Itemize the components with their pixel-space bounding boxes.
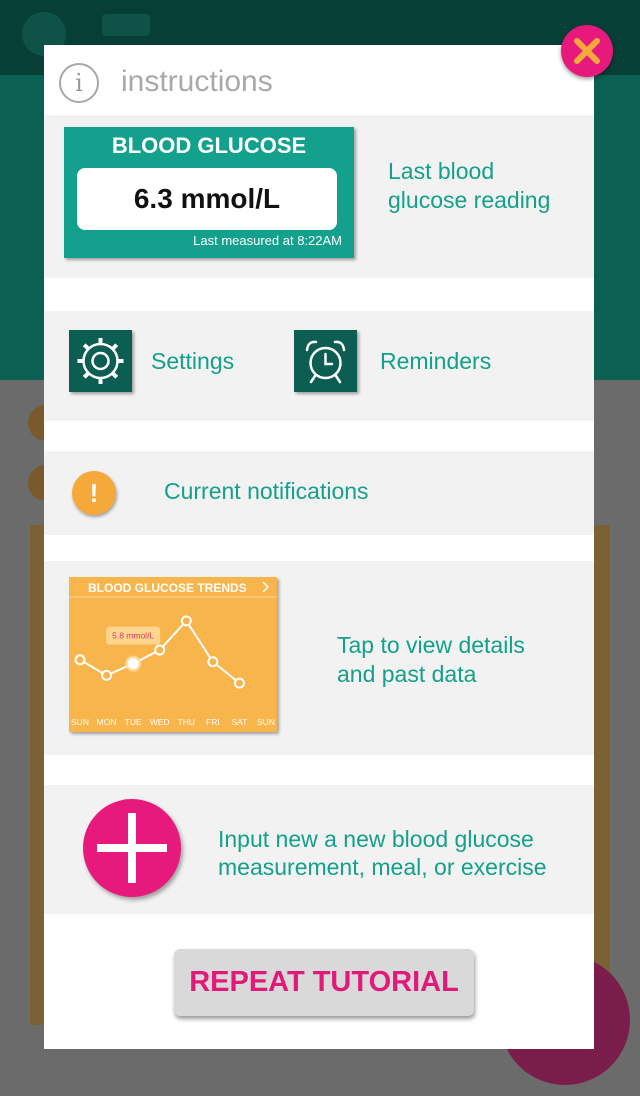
alarm-clock-icon	[305, 340, 346, 384]
modal-header: i instructions	[44, 45, 594, 115]
trends-section: BLOOD GLUCOSE TRENDS SUN MON TUE WED THU FRI SA…	[44, 561, 594, 755]
x-tick-label: FRI	[206, 717, 220, 727]
reminders-button[interactable]	[294, 330, 357, 392]
close-icon	[574, 38, 600, 64]
add-button[interactable]	[83, 799, 181, 897]
glucose-description: Last blood glucose reading	[388, 158, 551, 213]
settings-button[interactable]	[69, 330, 132, 392]
settings-reminders-section: Settings Reminders	[44, 311, 594, 421]
glucose-value: 6.3 mmol/L	[77, 168, 337, 230]
chevron-right-icon	[262, 581, 270, 593]
status-time	[102, 14, 150, 36]
x-tick-label: WED	[150, 717, 170, 727]
instructions-modal: i instructions BLOOD GLUCOSE 6.3 mmol/L …	[44, 45, 594, 1049]
x-tick-label: THU	[178, 717, 195, 727]
trends-description: Tap to view details and past data	[337, 632, 525, 687]
glucose-card-title: BLOOD GLUCOSE	[111, 133, 307, 158]
tooltip-label: 5.8 mmol/L	[112, 631, 154, 641]
x-tick-label: SUN	[257, 717, 275, 727]
trends-chart-card[interactable]: BLOOD GLUCOSE TRENDS SUN MON TUE WED THU FRI SA…	[69, 577, 277, 732]
data-point	[154, 644, 166, 656]
x-tick-label: MON	[97, 717, 117, 727]
chart-title: BLOOD GLUCOSE TRENDS	[88, 581, 247, 595]
glucose-section: BLOOD GLUCOSE 6.3 mmol/L Last measured a…	[44, 115, 594, 278]
data-point	[207, 656, 219, 668]
notifications-section: ! Current notifications	[44, 451, 594, 535]
data-point	[180, 615, 192, 627]
add-section: Input new a new blood glucose measuremen…	[44, 785, 594, 914]
plus-icon	[97, 813, 167, 883]
x-tick-label: SAT	[231, 717, 247, 727]
notifications-label: Current notifications	[164, 478, 369, 504]
add-description: Input new a new blood glucose measuremen…	[218, 826, 547, 880]
close-button[interactable]	[561, 25, 613, 77]
data-point	[101, 669, 113, 681]
settings-label: Settings	[151, 348, 235, 374]
data-point	[233, 677, 245, 689]
x-tick-label: TUE	[125, 717, 142, 727]
repeat-tutorial-button[interactable]: REPEAT TUTORIAL	[174, 949, 474, 1016]
x-tick-label: SUN	[71, 717, 89, 727]
glucose-card[interactable]: BLOOD GLUCOSE 6.3 mmol/L Last measured a…	[64, 127, 354, 258]
reminders-label: Reminders	[380, 348, 492, 374]
last-measured-text: Last measured at 8:22AM	[193, 233, 342, 248]
data-point	[74, 654, 86, 666]
modal-title: instructions	[121, 65, 273, 98]
exclamation-icon[interactable]: !	[72, 471, 116, 515]
trends-chart: BLOOD GLUCOSE TRENDS SUN MON TUE WED THU FRI SA…	[69, 581, 277, 727]
gear-icon	[77, 338, 124, 384]
info-icon: i	[59, 63, 99, 103]
data-point	[127, 658, 139, 670]
